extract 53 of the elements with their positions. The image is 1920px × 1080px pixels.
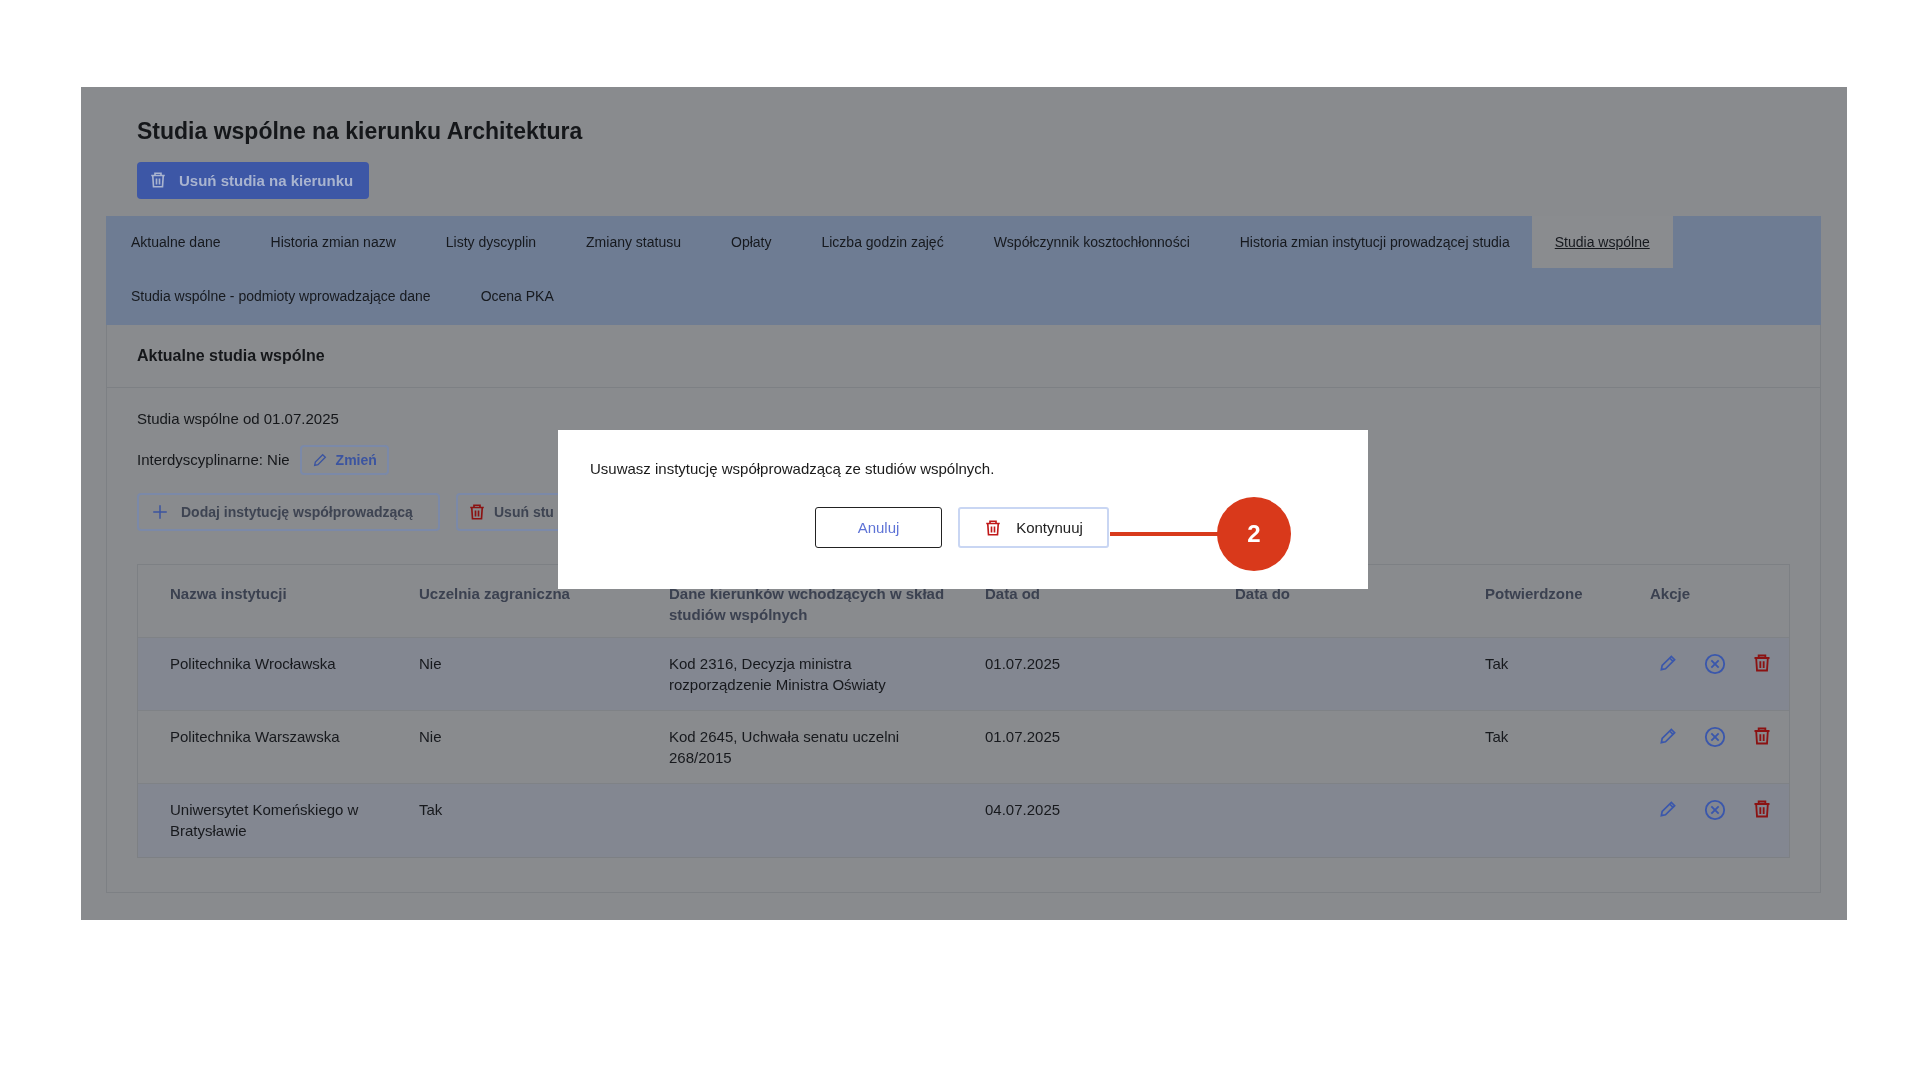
continue-button[interactable]: Kontynuuj xyxy=(958,507,1109,548)
pencil-icon[interactable] xyxy=(1658,798,1678,819)
column-header: Nazwa instytucji xyxy=(170,583,288,604)
tab[interactable]: Ocena PKA xyxy=(455,267,579,325)
page-title: Studia wspólne na kierunku Architektura xyxy=(137,117,584,146)
table-cell-text: Politechnika Warszawska xyxy=(170,726,341,747)
table-cell-text: Politechnika Wrocławska xyxy=(170,653,337,674)
delete-icon xyxy=(1752,725,1772,746)
delete-icon xyxy=(1752,652,1772,673)
tab[interactable]: Studia wspólne xyxy=(1531,215,1673,268)
table-cell-text: Nie xyxy=(419,726,443,747)
pencil-icon xyxy=(311,451,328,468)
dialog-message: Usuwasz instytucję współprowadzącą ze studiów wspólnych. xyxy=(590,460,996,477)
plus-icon xyxy=(151,502,169,521)
cancel-circle-icon[interactable] xyxy=(1704,652,1726,675)
tab[interactable]: Zmiany statusu xyxy=(561,215,706,268)
section-title: Aktualne studia wspólne xyxy=(107,324,1820,388)
table-cell-text: 01.07.2025 xyxy=(985,653,1062,674)
table-cell-text: Kod 2645, Uchwała senatu uczelni 268/2015 xyxy=(669,726,901,768)
column-header: Data do xyxy=(1235,583,1291,604)
pencil-icon[interactable] xyxy=(1658,725,1678,746)
pencil-icon[interactable] xyxy=(1658,652,1678,673)
table-cell-text: 04.07.2025 xyxy=(985,799,1062,820)
cancel-circle-icon[interactable] xyxy=(1704,725,1726,748)
tab[interactable]: Aktualne dane xyxy=(106,215,246,268)
trash-icon xyxy=(149,171,167,190)
tab[interactable]: Opłaty xyxy=(706,215,797,268)
cancel-button[interactable]: Anuluj xyxy=(815,507,942,548)
table-cell-text: Tak xyxy=(1485,726,1510,747)
add-institution-button[interactable]: Dodaj instytucję współprowadzącą xyxy=(137,492,440,531)
tab[interactable]: Współczynnik kosztochłonności xyxy=(968,215,1215,268)
table-cell-text: Tak xyxy=(1485,653,1510,674)
column-header: Potwierdzone xyxy=(1485,583,1584,604)
interdisciplinary-label: Interdyscyplinarne: Nie xyxy=(137,451,290,469)
table-cell-text: 01.07.2025 xyxy=(985,726,1062,747)
delete-icon xyxy=(1752,798,1772,819)
table-cell-text: Tak xyxy=(419,799,444,820)
column-header: Dane kierunków wchodzących w skład studiów wspólnych xyxy=(669,583,946,625)
column-header: Data od xyxy=(985,583,1041,604)
tab[interactable]: Liczba godzin zajęć xyxy=(796,215,969,268)
tab[interactable]: Studia wspólne - podmioty wprowadzające dane xyxy=(106,267,456,325)
cancel-circle-icon[interactable] xyxy=(1704,798,1726,821)
tab[interactable]: Listy dyscyplin xyxy=(420,215,562,268)
tab[interactable]: Historia zmian nazw xyxy=(245,215,421,268)
column-header: Akcje xyxy=(1650,583,1692,604)
trash-icon xyxy=(984,518,1003,537)
trash-icon xyxy=(468,502,486,521)
column-header: Uczelnia zagraniczna xyxy=(419,583,571,604)
delete-studies-button[interactable]: Usuń studia na kierunku xyxy=(137,161,369,199)
table-cell-text: Nie xyxy=(419,653,443,674)
joint-studies-date: Studia wspólne od 01.07.2025 xyxy=(137,409,340,427)
table-cell-text: Uniwersytet Komeńskiego w Bratysławie xyxy=(170,799,360,841)
table-cell-text: Kod 2316, Decyzja ministra rozporządzenie Ministra Oświaty xyxy=(669,653,887,695)
